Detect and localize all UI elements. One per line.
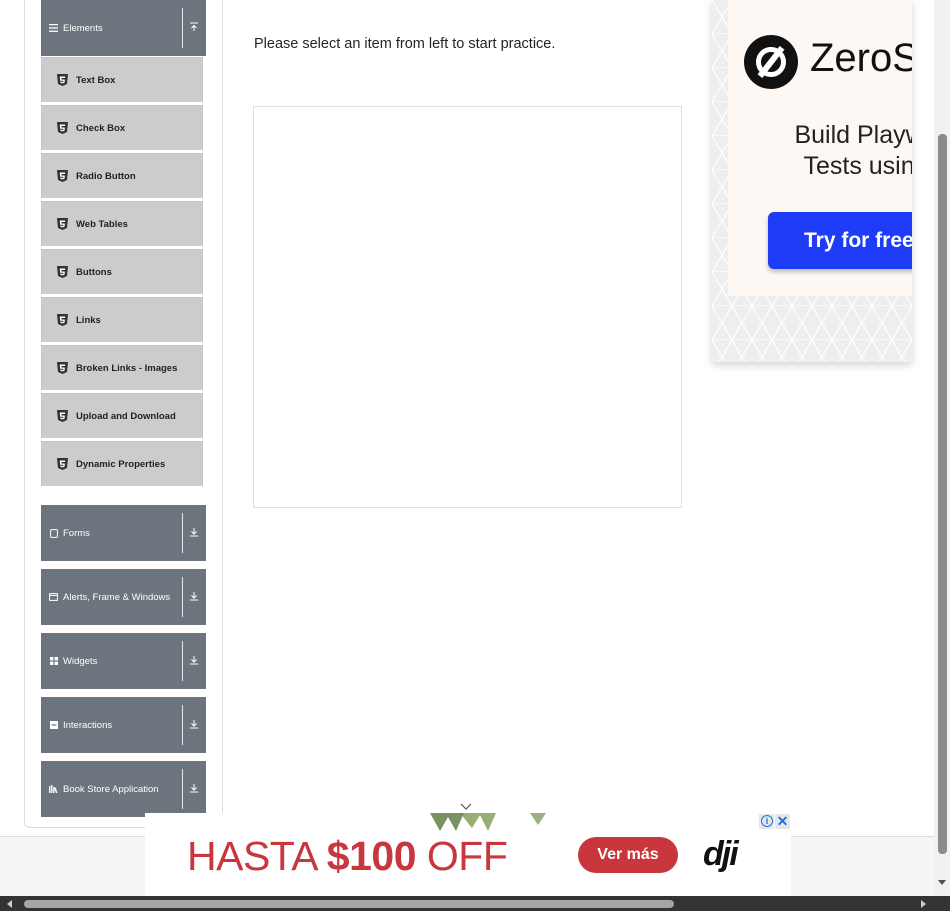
ad-offer-prefix: HASTA [187, 833, 327, 879]
foliage-decoration [430, 813, 546, 831]
ad-headline-line2: Tests using [803, 152, 912, 180]
expand-arrow-icon[interactable] [188, 653, 200, 667]
ad-headline-line1: Build Playwri [794, 121, 912, 149]
html5-icon [57, 458, 68, 470]
hamburger-icon [49, 24, 58, 33]
group-divider [182, 8, 183, 48]
sidebar-item-label: Upload and Download [76, 410, 176, 422]
sidebar-item-dynamic-properties[interactable]: Dynamic Properties [41, 441, 203, 487]
ad-headline: Build Playwri Tests using [776, 120, 912, 182]
ad-card: ZeroSt Build Playwri Tests using Try for… [728, 0, 912, 296]
form-icon [49, 528, 58, 538]
group-header-forms[interactable]: Forms [41, 505, 206, 561]
sidebar-item-label: Broken Links - Images [76, 362, 178, 374]
sidebar-item-check-box[interactable]: Check Box [41, 105, 203, 151]
sidebar-item-buttons[interactable]: Buttons [41, 249, 203, 295]
group-label-book-store: Book Store Application [63, 783, 159, 795]
interactions-icon [49, 721, 58, 730]
sidebar-item-text-box[interactable]: Text Box [41, 57, 203, 103]
vertical-scrollbar-thumb[interactable] [938, 134, 947, 854]
group-divider [182, 769, 183, 809]
sidebar-item-label: Web Tables [76, 218, 128, 230]
html5-icon [57, 266, 68, 278]
group-label-widgets: Widgets [63, 655, 98, 667]
practice-area [253, 106, 682, 508]
try-for-free-button[interactable]: Try for free → [768, 212, 912, 269]
group-label-alerts: Alerts, Frame & Windows [63, 591, 171, 603]
scroll-down-arrow-icon[interactable] [938, 880, 946, 885]
books-icon [49, 785, 58, 794]
html5-icon [57, 362, 68, 374]
sidebar-item-label: Dynamic Properties [76, 458, 166, 470]
sidebar-item-label: Buttons [76, 266, 112, 278]
html5-icon [57, 122, 68, 134]
group-label-elements: Elements [63, 22, 103, 34]
zerostep-logo-icon [744, 35, 798, 89]
html5-icon [57, 74, 68, 86]
expand-arrow-icon[interactable] [188, 589, 200, 603]
ad-brand-name: ZeroSt [810, 36, 912, 80]
group-divider [182, 577, 183, 617]
sidebar-item-broken-links[interactable]: Broken Links - Images [41, 345, 203, 391]
collapse-ad-chevron-icon[interactable] [459, 801, 473, 811]
ad-info-icon[interactable]: i [759, 814, 774, 829]
scroll-left-arrow-icon[interactable] [7, 900, 12, 908]
grid-icon [49, 657, 58, 666]
side-advertisement[interactable]: ZeroSt Build Playwri Tests using Try for… [712, 0, 912, 362]
ver-mas-button[interactable]: Ver más [578, 837, 678, 873]
sidebar-item-radio-button[interactable]: Radio Button [41, 153, 203, 199]
group-header-widgets[interactable]: Widgets [41, 633, 206, 689]
group-divider [182, 513, 183, 553]
group-label-forms: Forms [63, 527, 90, 539]
expand-arrow-icon[interactable] [188, 525, 200, 539]
html5-icon [57, 410, 68, 422]
group-header-alerts[interactable]: Alerts, Frame & Windows [41, 569, 206, 625]
collapse-arrow-icon[interactable] [188, 20, 200, 34]
horizontal-scrollbar[interactable] [0, 896, 950, 911]
horizontal-scrollbar-thumb[interactable] [24, 900, 674, 908]
expand-arrow-icon[interactable] [188, 717, 200, 731]
group-label-interactions: Interactions [63, 719, 113, 731]
sidebar-item-label: Links [76, 314, 101, 326]
html5-icon [57, 170, 68, 182]
sidebar-item-label: Text Box [76, 74, 116, 86]
group-divider [182, 705, 183, 745]
sidebar-item-upload-download[interactable]: Upload and Download [41, 393, 203, 439]
group-header-book-store[interactable]: Book Store Application [41, 761, 206, 817]
ad-offer-suffix: OFF [416, 833, 508, 879]
expand-arrow-icon[interactable] [188, 781, 200, 795]
sidebar-item-links[interactable]: Links [41, 297, 203, 343]
ad-offer-amount: $100 [326, 833, 417, 879]
scroll-right-arrow-icon[interactable] [921, 900, 926, 908]
vertical-scrollbar[interactable] [934, 0, 950, 896]
sidebar-item-label: Check Box [76, 122, 126, 134]
bottom-advertisement[interactable]: HASTA $100 OFF Ver más dji i ✕ [145, 803, 791, 896]
practice-instruction: Please select an item from left to start… [254, 36, 556, 52]
sidebar-item-label: Radio Button [76, 170, 136, 182]
group-divider [182, 641, 183, 681]
group-header-elements[interactable]: Elements [41, 0, 206, 56]
sidebar-item-web-tables[interactable]: Web Tables [41, 201, 203, 247]
ad-offer-text: HASTA $100 OFF [187, 833, 508, 880]
dji-logo: dji [703, 835, 739, 873]
html5-icon [57, 218, 68, 230]
window-icon [49, 593, 58, 602]
html5-icon [57, 314, 68, 326]
group-header-interactions[interactable]: Interactions [41, 697, 206, 753]
ad-close-icon[interactable]: ✕ [775, 814, 790, 829]
